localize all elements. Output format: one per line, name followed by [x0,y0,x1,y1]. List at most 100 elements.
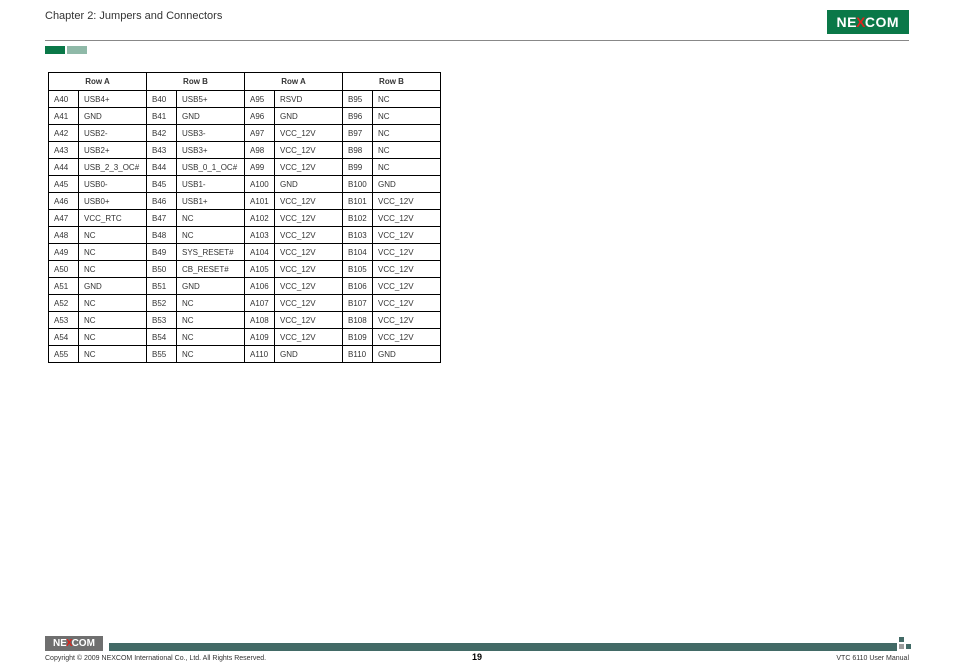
table-header-row: Row A Row B Row A Row B [49,73,441,91]
pin-id: A50 [49,261,79,278]
pin-value: USB1- [177,176,245,193]
pin-id: A43 [49,142,79,159]
pin-value: NC [79,261,147,278]
pin-id: B96 [343,108,373,125]
col-row-a-2: Row A [245,73,343,91]
pin-value: GND [177,278,245,295]
pin-value: NC [373,125,441,142]
pin-value: NC [373,159,441,176]
pin-id: A41 [49,108,79,125]
pin-id: B45 [147,176,177,193]
pin-id: B49 [147,244,177,261]
pin-id: B50 [147,261,177,278]
page-footer: NEXCOM Copyright © 2009 NEXCOM Internati… [45,643,909,662]
pin-value: GND [79,108,147,125]
pin-id: B101 [343,193,373,210]
pin-id: A96 [245,108,275,125]
pin-value: VCC_12V [275,261,343,278]
pin-id: A105 [245,261,275,278]
page-number: 19 [472,652,482,662]
pin-value: USB4+ [79,91,147,108]
pin-value: USB_2_3_OC# [79,159,147,176]
table-row: A50NCB50CB_RESET#A105VCC_12VB105VCC_12V [49,261,441,278]
logo-post: COM [865,14,899,30]
content-area: Row A Row B Row A Row B A40USB4+B40USB5+… [0,54,954,363]
pin-value: VCC_12V [275,312,343,329]
pin-id: A44 [49,159,79,176]
pin-id: A49 [49,244,79,261]
pin-value: VCC_12V [373,261,441,278]
pin-value: NC [79,244,147,261]
pin-id: A51 [49,278,79,295]
pin-value: GND [373,176,441,193]
pin-id: A55 [49,346,79,363]
table-row: A42USB2-B42USB3-A97VCC_12VB97NC [49,125,441,142]
pin-value: NC [373,142,441,159]
pin-id: B51 [147,278,177,295]
pin-value: NC [79,329,147,346]
pin-value: VCC_RTC [79,210,147,227]
pin-id: B108 [343,312,373,329]
footer-logo-wrap: NEXCOM [45,633,109,651]
chapter-title: Chapter 2: Jumpers and Connectors [45,10,222,22]
table-row: A51GNDB51GNDA106VCC_12VB106VCC_12V [49,278,441,295]
pin-value: RSVD [275,91,343,108]
pin-id: B105 [343,261,373,278]
pin-id: B40 [147,91,177,108]
col-row-b-2: Row B [343,73,441,91]
pin-value: NC [177,312,245,329]
pin-id: B107 [343,295,373,312]
pin-value: NC [177,210,245,227]
pin-value: SYS_RESET# [177,244,245,261]
pin-id: B110 [343,346,373,363]
pin-id: B98 [343,142,373,159]
pin-value: USB3+ [177,142,245,159]
footer-corner-icon [897,637,911,651]
table-row: A52NCB52NCA107VCC_12VB107VCC_12V [49,295,441,312]
pin-value: VCC_12V [373,312,441,329]
col-row-b-1: Row B [147,73,245,91]
pin-value: VCC_12V [373,227,441,244]
pin-value: VCC_12V [275,278,343,295]
pin-id: A54 [49,329,79,346]
pin-value: VCC_12V [275,329,343,346]
table-row: A49NCB49SYS_RESET#A104VCC_12VB104VCC_12V [49,244,441,261]
logo-pre: NE [53,638,67,649]
pin-value: NC [177,346,245,363]
pin-value: VCC_12V [373,295,441,312]
pin-value: CB_RESET# [177,261,245,278]
pin-id: A100 [245,176,275,193]
pin-value: USB1+ [177,193,245,210]
nexcom-logo-bottom: NEXCOM [45,636,103,651]
pin-id: A104 [245,244,275,261]
pin-value: USB2+ [79,142,147,159]
pin-id: A106 [245,278,275,295]
pin-value: VCC_12V [373,329,441,346]
pin-value: VCC_12V [275,142,343,159]
pin-value: USB3- [177,125,245,142]
pin-id: A45 [49,176,79,193]
pin-value: USB_0_1_OC# [177,159,245,176]
pin-value: NC [177,329,245,346]
accent-blocks [45,46,954,54]
pin-id: B43 [147,142,177,159]
pin-id: B97 [343,125,373,142]
pin-value: VCC_12V [275,159,343,176]
table-row: A43USB2+B43USB3+A98VCC_12VB98NC [49,142,441,159]
pin-id: A102 [245,210,275,227]
table-row: A55NCB55NCA110GNDB110GND [49,346,441,363]
pin-id: B44 [147,159,177,176]
pin-value: VCC_12V [373,193,441,210]
pin-id: A46 [49,193,79,210]
col-row-a-1: Row A [49,73,147,91]
pin-id: A97 [245,125,275,142]
pin-value: USB5+ [177,91,245,108]
pin-id: B48 [147,227,177,244]
copyright-text: Copyright © 2009 NEXCOM International Co… [45,655,266,662]
pin-value: VCC_12V [275,227,343,244]
pin-id: A95 [245,91,275,108]
pin-value: NC [373,108,441,125]
doc-title: VTC 6110 User Manual [836,655,909,662]
pin-id: B41 [147,108,177,125]
pin-id: A47 [49,210,79,227]
